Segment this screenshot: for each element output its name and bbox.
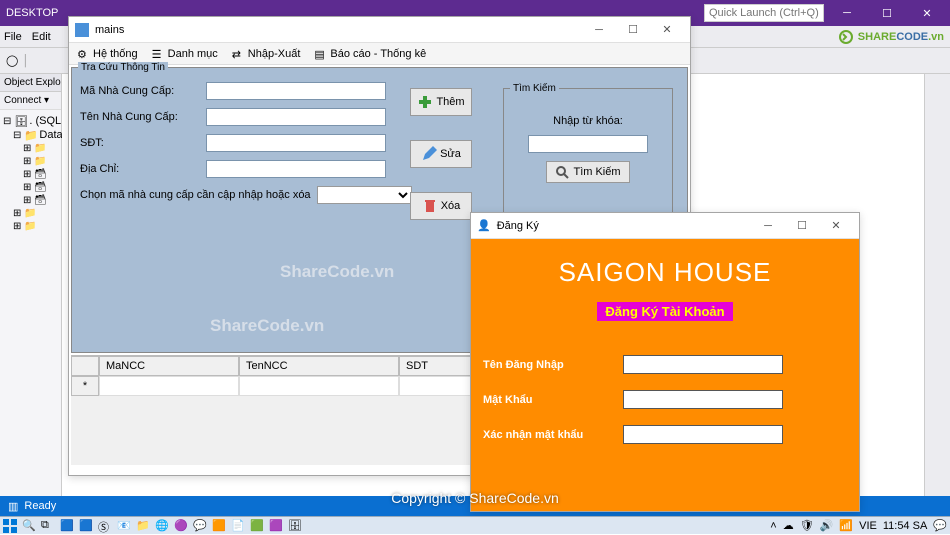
taskbar-app-icon[interactable]: 🟧	[212, 519, 226, 533]
user-icon: 👤	[477, 219, 491, 232]
tree-node[interactable]: ⊞ 🗃	[3, 168, 58, 181]
pencil-icon	[421, 146, 437, 162]
taskbar-app-icon[interactable]: 🟦	[60, 519, 74, 533]
menu-file[interactable]: File	[4, 31, 22, 43]
code-label: Mã Nhà Cung Cấp:	[80, 85, 200, 97]
mains-titlebar[interactable]: mains ─ ☐ ✕	[69, 17, 690, 43]
col-mancc[interactable]: MaNCC	[99, 356, 239, 376]
maximize-button[interactable]: ☐	[616, 19, 650, 41]
tray-notifications-icon[interactable]: 💬	[933, 519, 947, 532]
connect-button[interactable]: Connect ▾	[0, 92, 61, 110]
edit-button[interactable]: Sửa	[410, 140, 472, 168]
menu-io[interactable]: ⇄Nhập-Xuất	[232, 48, 301, 60]
close-button[interactable]: ✕	[819, 215, 853, 237]
row-marker: *	[71, 376, 99, 396]
name-input[interactable]	[206, 108, 386, 126]
password-input[interactable]	[623, 390, 783, 409]
menu-edit[interactable]: Edit	[32, 31, 51, 43]
code-input[interactable]	[206, 82, 386, 100]
addr-label: Địa Chỉ:	[80, 163, 200, 175]
menu-category[interactable]: ☰Danh mục	[152, 48, 218, 60]
toolbar-nav-back-icon[interactable]: ◯	[6, 54, 18, 67]
search-button[interactable]: Tìm Kiếm	[546, 161, 629, 183]
register-title: Đăng Ký	[497, 220, 539, 232]
taskbar-app-icon[interactable]: 💬	[193, 519, 207, 533]
addr-input[interactable]	[206, 160, 386, 178]
trash-icon	[422, 198, 438, 214]
minimize-icon[interactable]: ─	[830, 3, 864, 23]
col-tenncc[interactable]: TenNCC	[239, 356, 399, 376]
sharecode-logo: SHARECODE.vn	[838, 28, 944, 45]
taskbar-app-icon[interactable]: 🟪	[269, 519, 283, 533]
lookup-legend: Tra Cứu Thông Tin	[78, 62, 168, 73]
mains-title: mains	[95, 24, 124, 36]
tree-node[interactable]: ⊞ 📁	[3, 142, 58, 155]
tree-node[interactable]: ⊞ 📁	[3, 207, 58, 220]
search-label: Nhập từ khóa:	[512, 115, 664, 127]
phone-label: SĐT:	[80, 137, 200, 149]
taskbar-app-icon[interactable]: 🌐	[155, 519, 169, 533]
close-icon[interactable]: ✕	[910, 3, 944, 23]
magnifier-icon	[555, 165, 569, 179]
maximize-icon[interactable]: ☐	[870, 3, 904, 23]
vs-title: DESKTOP	[6, 7, 58, 19]
tray-time[interactable]: 11:54 SA	[883, 520, 927, 532]
tree-node[interactable]: ⊞ 🗃	[3, 181, 58, 194]
plus-icon	[417, 94, 433, 110]
menu-report[interactable]: ▤Báo cáo - Thống kê	[314, 48, 426, 60]
app-icon	[75, 23, 89, 37]
username-label: Tên Đăng Nhập	[483, 359, 613, 371]
tray-icon[interactable]: ˄	[770, 520, 776, 532]
tree-node[interactable]: ⊞ 📁	[3, 155, 58, 168]
search-legend: Tìm Kiếm	[510, 83, 559, 94]
confirm-label: Xác nhận mật khẩu	[483, 429, 613, 441]
object-explorer-panel: Object Explorer Connect ▾ ⊟ 🗄. (SQL S ⊟ …	[0, 74, 62, 496]
taskbar-app-icon[interactable]: 🟣	[174, 519, 188, 533]
register-subheading: Đăng Ký Tài Khoản	[597, 302, 732, 321]
tray-icon[interactable]: 🔊	[820, 519, 834, 532]
windows-taskbar[interactable]: 🔍 ⧉ 🟦 🟦 Ⓢ 📧 📁 🌐 🟣 💬 🟧 📄 🟩 🟪 🗄 ˄ ☁ 🛡 🔊 📶 …	[0, 516, 950, 534]
taskbar-app-icon[interactable]: Ⓢ	[98, 519, 112, 533]
tree-node-server[interactable]: ⊟ 🗄. (SQL S	[3, 114, 58, 128]
phone-input[interactable]	[206, 134, 386, 152]
password-label: Mật Khẩu	[483, 394, 613, 406]
taskbar-app-icon[interactable]: 📄	[231, 519, 245, 533]
taskbar-app-icon[interactable]: 🟩	[250, 519, 264, 533]
taskbar-app-icon[interactable]: 📁	[136, 519, 150, 533]
tray-icon[interactable]: ☁	[783, 519, 794, 532]
username-input[interactable]	[623, 355, 783, 374]
tree-node[interactable]: ⊞ 📁	[3, 220, 58, 233]
add-button[interactable]: Thêm	[410, 88, 472, 116]
watermark: ShareCode.vn	[280, 262, 394, 282]
taskbar-app-icon[interactable]: 📧	[117, 519, 131, 533]
maximize-button[interactable]: ☐	[785, 215, 819, 237]
search-icon[interactable]: 🔍	[22, 519, 36, 533]
tray-icon[interactable]: 🛡	[800, 519, 814, 532]
tray-lang[interactable]: VIE	[859, 520, 877, 532]
taskbar-app-icon[interactable]: 🟦	[79, 519, 93, 533]
register-titlebar[interactable]: 👤 Đăng Ký ─ ☐ ✕	[471, 213, 859, 239]
tree-node[interactable]: ⊞ 🗃	[3, 194, 58, 207]
watermark: ShareCode.vn	[210, 316, 324, 336]
confirm-input[interactable]	[623, 425, 783, 444]
quick-launch-input[interactable]	[704, 4, 824, 22]
taskbar-app-icon[interactable]: 🗄	[288, 519, 302, 533]
tray-icon[interactable]: 📶	[839, 519, 853, 532]
windows-start-icon[interactable]	[3, 519, 17, 533]
tree-node-databases[interactable]: ⊟ 📁Data	[3, 128, 58, 142]
taskview-icon[interactable]: ⧉	[41, 519, 55, 533]
minimize-button[interactable]: ─	[582, 19, 616, 41]
choose-label: Chọn mã nhà cung cấp cần cập nhập hoặc x…	[80, 189, 311, 201]
name-label: Tên Nhà Cung Cấp:	[80, 111, 200, 123]
object-explorer-title: Object Explorer	[0, 74, 61, 92]
register-window: 👤 Đăng Ký ─ ☐ ✕ SAIGON HOUSE Đăng Ký Tài…	[470, 212, 860, 512]
close-button[interactable]: ✕	[650, 19, 684, 41]
vs-right-panel	[924, 74, 950, 496]
delete-button[interactable]: Xóa	[410, 192, 472, 220]
search-input[interactable]	[528, 135, 648, 153]
minimize-button[interactable]: ─	[751, 215, 785, 237]
choose-select[interactable]	[317, 186, 412, 204]
register-heading: SAIGON HOUSE	[483, 257, 847, 288]
menu-system[interactable]: ⚙Hệ thống	[77, 48, 138, 60]
